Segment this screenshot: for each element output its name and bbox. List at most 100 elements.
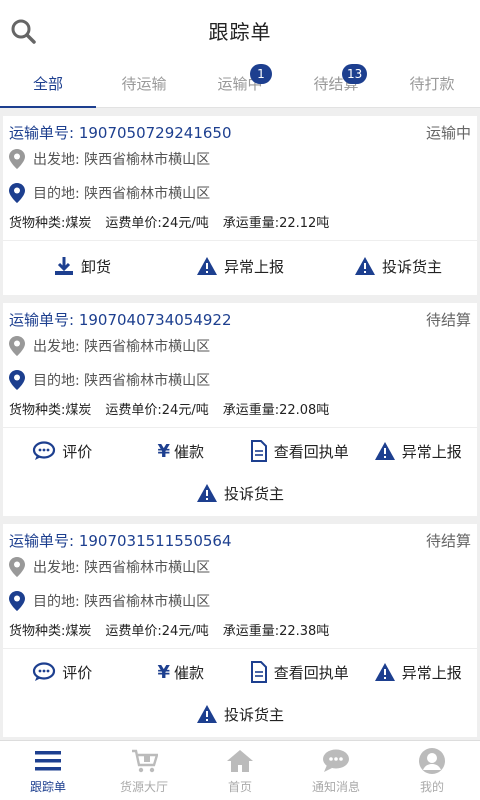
- order-number: 运输单号: 1907050729241650: [9, 123, 232, 142]
- yen-icon: ¥: [157, 440, 170, 462]
- location-pin-icon: [9, 336, 25, 356]
- report-exception-button[interactable]: 异常上报: [161, 256, 319, 277]
- warning-icon: [374, 663, 395, 681]
- tabbar-label: 我的: [419, 780, 444, 794]
- action-label: 投诉货主: [223, 705, 284, 724]
- tabbar-item-profile[interactable]: 我的: [384, 741, 480, 800]
- cargo-type: 货物种类:煤炭: [9, 623, 92, 639]
- carry-weight: 承运重量:22.08吨: [222, 402, 330, 418]
- action-label: 查看回执单: [273, 663, 349, 682]
- action-label: 催款: [174, 442, 205, 461]
- tabbar-label: 通知消息: [311, 780, 360, 794]
- complain-shipper-button[interactable]: 投诉货主: [196, 704, 284, 725]
- warning-icon: [374, 442, 395, 460]
- action-label: 投诉货主: [381, 257, 442, 276]
- document-icon: [250, 440, 267, 462]
- document-icon: [250, 661, 267, 683]
- order-actions: 评价 ¥ 催款 查看回执单 异常上报 投诉货主: [3, 427, 477, 516]
- destination-pin-icon: [9, 370, 25, 390]
- tabbar-label: 跟踪单: [29, 780, 66, 794]
- home-icon: [225, 746, 255, 776]
- carry-weight: 承运重量:22.12吨: [222, 215, 330, 231]
- warning-icon: [196, 484, 217, 502]
- action-label: 投诉货主: [223, 484, 284, 503]
- unit-price: 运费单价:24元/吨: [105, 623, 209, 639]
- tab-label: 待运输: [121, 75, 167, 93]
- report-exception-button[interactable]: 异常上报: [359, 662, 478, 683]
- view-receipt-button[interactable]: 查看回执单: [240, 440, 359, 462]
- order-status: 运输中: [425, 123, 471, 142]
- destination-address: 目的地: 陕西省榆林市横山区: [33, 186, 211, 202]
- report-exception-button[interactable]: 异常上报: [359, 441, 478, 462]
- order-status: 待结算: [425, 310, 471, 329]
- tab-pending-payment[interactable]: 待打款: [384, 60, 480, 107]
- rate-button[interactable]: 评价: [3, 441, 122, 462]
- order-card[interactable]: 运输单号: 1907040734054922 待结算 出发地: 陕西省榆林市横山…: [3, 303, 477, 516]
- action-label: 评价: [62, 663, 93, 682]
- rate-button[interactable]: 评价: [3, 662, 122, 683]
- app-header: 跟踪单: [0, 0, 480, 60]
- order-number: 运输单号: 1907040734054922: [9, 310, 232, 329]
- order-card[interactable]: 运输单号: 1907050729241650 运输中 出发地: 陕西省榆林市横山…: [3, 116, 477, 295]
- destination-pin-icon: [9, 591, 25, 611]
- origin-address: 出发地: 陕西省榆林市横山区: [33, 339, 211, 355]
- tabbar-item-tracking[interactable]: 跟踪单: [0, 741, 96, 800]
- message-icon: [321, 746, 351, 776]
- urge-payment-button[interactable]: ¥ 催款: [122, 662, 241, 683]
- download-icon: [54, 257, 73, 275]
- destination-pin-icon: [9, 183, 25, 203]
- action-label: 异常上报: [401, 663, 462, 682]
- tab-label: 全部: [32, 75, 63, 93]
- action-label: 催款: [174, 663, 205, 682]
- yen-icon: ¥: [157, 661, 170, 683]
- unit-price: 运费单价:24元/吨: [105, 402, 209, 418]
- user-icon: [417, 746, 447, 776]
- bottom-tab-bar: 跟踪单 货源大厅 首页 通知消息 我的: [0, 740, 480, 800]
- destination-address: 目的地: 陕西省榆林市横山区: [33, 594, 211, 610]
- cargo-type: 货物种类:煤炭: [9, 402, 92, 418]
- unit-price: 运费单价:24元/吨: [105, 215, 209, 231]
- search-icon[interactable]: [10, 18, 36, 44]
- tab-label: 待打款: [409, 75, 455, 93]
- action-label: 卸货: [80, 257, 111, 276]
- warning-icon: [354, 257, 375, 275]
- page-title: 跟踪单: [208, 19, 272, 44]
- destination-address: 目的地: 陕西省榆林市横山区: [33, 373, 211, 389]
- list-icon: [33, 746, 63, 776]
- tabbar-item-cargo-hall[interactable]: 货源大厅: [96, 741, 192, 800]
- chat-bubble-icon: [33, 662, 56, 681]
- tabbar-item-home[interactable]: 首页: [192, 741, 288, 800]
- count-badge: 13: [342, 64, 368, 84]
- origin-address: 出发地: 陕西省榆林市横山区: [33, 560, 211, 576]
- carry-weight: 承运重量:22.38吨: [222, 623, 330, 639]
- order-number: 运输单号: 1907031511550564: [9, 531, 232, 550]
- view-receipt-button[interactable]: 查看回执单: [240, 661, 359, 683]
- location-pin-icon: [9, 149, 25, 169]
- warning-icon: [196, 257, 217, 275]
- complain-shipper-button[interactable]: 投诉货主: [196, 483, 284, 504]
- action-label: 异常上报: [401, 442, 462, 461]
- cargo-type: 货物种类:煤炭: [9, 215, 92, 231]
- order-list: 运输单号: 1907050729241650 运输中 出发地: 陕西省榆林市横山…: [0, 116, 480, 745]
- origin-address: 出发地: 陕西省榆林市横山区: [33, 152, 211, 168]
- count-badge: 1: [250, 64, 272, 84]
- location-pin-icon: [9, 557, 25, 577]
- order-card[interactable]: 运输单号: 1907031511550564 待结算 出发地: 陕西省榆林市横山…: [3, 524, 477, 737]
- tabbar-label: 货源大厅: [119, 780, 168, 794]
- tab-pending-transport[interactable]: 待运输: [96, 60, 192, 107]
- tab-all[interactable]: 全部: [0, 60, 96, 108]
- action-label: 查看回执单: [273, 442, 349, 461]
- tabbar-item-messages[interactable]: 通知消息: [288, 741, 384, 800]
- tab-in-transit[interactable]: 运输中 1: [192, 60, 288, 107]
- tabbar-label: 首页: [227, 780, 252, 794]
- order-actions: 评价 ¥ 催款 查看回执单 异常上报 投诉货主: [3, 648, 477, 737]
- cart-icon: [129, 746, 159, 776]
- tab-pending-settlement[interactable]: 待结算 13: [288, 60, 384, 107]
- complain-shipper-button[interactable]: 投诉货主: [319, 256, 477, 277]
- action-label: 异常上报: [223, 257, 284, 276]
- urge-payment-button[interactable]: ¥ 催款: [122, 441, 241, 462]
- warning-icon: [196, 705, 217, 723]
- order-actions: 卸货 异常上报 投诉货主: [3, 240, 477, 295]
- status-tabs: 全部 待运输 运输中 1 待结算 13 待打款: [0, 60, 480, 108]
- unload-button[interactable]: 卸货: [3, 255, 161, 277]
